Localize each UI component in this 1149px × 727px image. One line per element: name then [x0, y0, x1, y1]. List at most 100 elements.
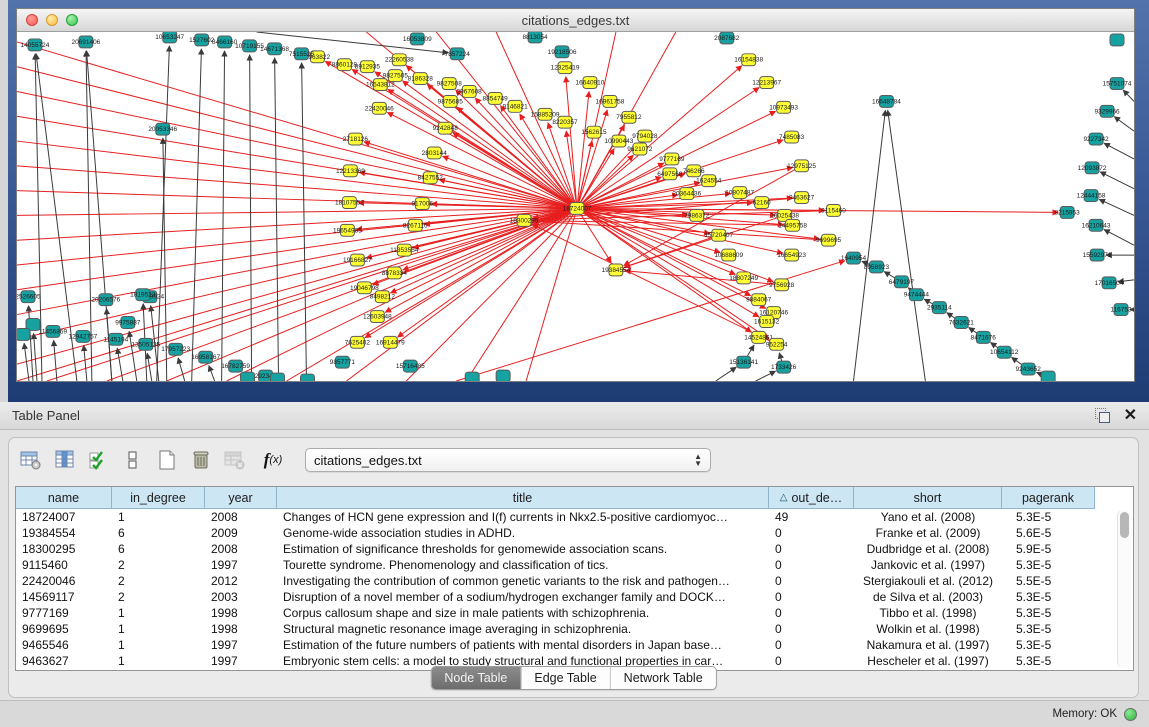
network-window-titlebar[interactable]: citations_edges.txt [17, 9, 1134, 32]
table-row[interactable]: 946554611997Estimation of the future num… [16, 637, 1133, 653]
network-node[interactable] [496, 370, 510, 381]
network-node[interactable]: 12213369 [336, 165, 365, 177]
network-node[interactable]: 14055724 [21, 39, 50, 51]
network-node[interactable]: 2803144 [422, 147, 448, 159]
column-header-name[interactable]: name [16, 487, 112, 509]
network-node[interactable]: 22420046 [365, 102, 394, 114]
network-node[interactable]: 17016504 [1095, 277, 1124, 289]
select-all-icon[interactable] [85, 446, 113, 474]
network-node[interactable]: 8186328 [408, 73, 434, 85]
close-window-icon[interactable] [26, 14, 38, 26]
network-node[interactable]: 16053809 [403, 33, 432, 45]
network-node[interactable]: 13505135 [131, 338, 160, 350]
network-node[interactable]: 8471676 [971, 331, 997, 343]
network-node[interactable] [17, 328, 30, 340]
network-node[interactable]: 16654923 [777, 249, 806, 261]
table-row[interactable]: 1456911722003Disruption of a novel membe… [16, 589, 1133, 605]
network-node[interactable]: 9875685 [438, 95, 464, 107]
network-node[interactable]: 7625402 [345, 336, 371, 348]
network-node[interactable]: 8466160 [212, 36, 238, 48]
network-node[interactable]: 917006 [411, 198, 433, 210]
network-node[interactable]: 7485083 [779, 131, 805, 143]
network-node[interactable] [300, 374, 314, 381]
network-node[interactable]: 18107552 [335, 197, 364, 209]
vertical-scrollbar[interactable] [1117, 510, 1131, 668]
network-node[interactable]: 12213967 [752, 77, 781, 89]
network-node[interactable]: 10973493 [769, 101, 798, 113]
network-node[interactable]: 14671368 [260, 43, 289, 55]
network-node[interactable]: 7955812 [616, 111, 642, 123]
delete-column-icon[interactable] [187, 446, 215, 474]
table-row[interactable]: 1830029562008Estimation of significance … [16, 541, 1133, 557]
close-panel-icon[interactable]: ✕ [1124, 409, 1137, 423]
network-node[interactable]: 10688609 [714, 249, 743, 261]
network-node[interactable]: 6497568 [657, 168, 683, 180]
network-node[interactable]: 8860128 [332, 59, 358, 71]
network-node[interactable]: 9756928 [769, 279, 795, 291]
network-canvas[interactable]: 1872400718107552917006196549858267110113… [17, 32, 1134, 381]
network-node[interactable]: 12942757 [68, 330, 97, 342]
network-node[interactable]: 15136141 [729, 356, 758, 368]
network-node[interactable]: 11456869 [39, 325, 68, 337]
network-node[interactable]: 19654985 [333, 224, 362, 236]
tab-node-table[interactable]: Node Table [431, 667, 520, 689]
network-node[interactable]: 16782759 [221, 360, 250, 372]
network-node[interactable]: 9227342 [1083, 133, 1109, 145]
network-node[interactable] [1110, 34, 1124, 46]
column-visibility-icon[interactable] [51, 446, 79, 474]
network-node[interactable]: 9474444 [904, 289, 930, 301]
network-node[interactable]: 9329966 [1094, 105, 1120, 117]
table-row[interactable]: 2242004622012Investigating the contribut… [16, 573, 1133, 589]
network-node[interactable]: 8813054 [522, 32, 548, 43]
float-panel-icon[interactable] [1095, 408, 1110, 423]
network-node[interactable]: 8267110 [403, 219, 428, 231]
table-row[interactable]: 911546021997Tourette syndrome. Phenomeno… [16, 557, 1133, 573]
network-node[interactable]: 7857224 [445, 48, 471, 60]
table-selector-dropdown[interactable]: citations_edges.txt ▲▼ [305, 448, 711, 472]
network-node[interactable]: 10654112 [990, 346, 1019, 358]
network-node[interactable]: 8878334 [382, 267, 408, 279]
network-node[interactable]: 9794028 [632, 130, 658, 142]
network-node[interactable]: 10807487 [725, 187, 754, 199]
network-node[interactable] [271, 373, 285, 381]
network-node[interactable]: 2935114 [927, 302, 952, 314]
table-settings-icon[interactable] [17, 446, 45, 474]
network-node[interactable] [241, 372, 255, 381]
network-node[interactable]: 15716485 [396, 360, 425, 372]
network-node[interactable]: 12975125 [787, 160, 816, 172]
network-node[interactable]: 15592971 [1083, 249, 1112, 261]
table-row[interactable]: 1872400712008Changes of HCN gene express… [16, 509, 1133, 525]
network-node[interactable]: 12093872 [1078, 162, 1107, 174]
column-header-short[interactable]: short [854, 487, 1002, 509]
network-node[interactable]: 2718126 [343, 133, 369, 145]
tab-network-table[interactable]: Network Table [610, 667, 716, 689]
network-node[interactable]: 16914479 [376, 336, 405, 348]
network-node[interactable]: 19384554 [602, 264, 631, 276]
column-header-out_de[interactable]: △out_de… [769, 487, 854, 509]
function-builder-icon[interactable]: f(x) [255, 446, 291, 474]
network-node[interactable]: 9463627 [789, 192, 815, 204]
network-node[interactable]: 20691406 [71, 36, 100, 48]
network-node[interactable]: 16210643 [1082, 219, 1111, 231]
network-node[interactable]: 22260538 [385, 54, 414, 66]
tab-edge-table[interactable]: Edge Table [520, 667, 609, 689]
table-row[interactable]: 969969511998Structural magnetic resonanc… [16, 621, 1133, 637]
table-row[interactable]: 1938455462009Genome-wide association stu… [16, 525, 1133, 541]
delete-table-icon[interactable] [221, 446, 249, 474]
network-node[interactable]: 62160 [753, 197, 771, 209]
memory-ok-indicator-icon[interactable] [1124, 708, 1137, 721]
network-node[interactable]: 9857771 [330, 356, 356, 368]
minimize-window-icon[interactable] [46, 14, 58, 26]
network-node[interactable]: 9115460 [821, 205, 846, 217]
network-node[interactable]: 1145194 [103, 333, 128, 345]
column-header-pagerank[interactable]: pagerank [1002, 487, 1095, 509]
network-node[interactable]: 16154838 [734, 54, 763, 66]
network-node[interactable]: 19166827 [343, 254, 372, 266]
network-node[interactable]: 12444158 [1077, 190, 1106, 202]
network-node[interactable]: 20053346 [148, 123, 177, 135]
network-node[interactable] [1041, 371, 1055, 381]
network-node[interactable]: 9699695 [816, 234, 842, 246]
network-node[interactable]: 15720407 [704, 229, 733, 241]
network-node[interactable]: 1640954 [841, 252, 867, 264]
network-node[interactable]: 16958167 [191, 351, 220, 363]
